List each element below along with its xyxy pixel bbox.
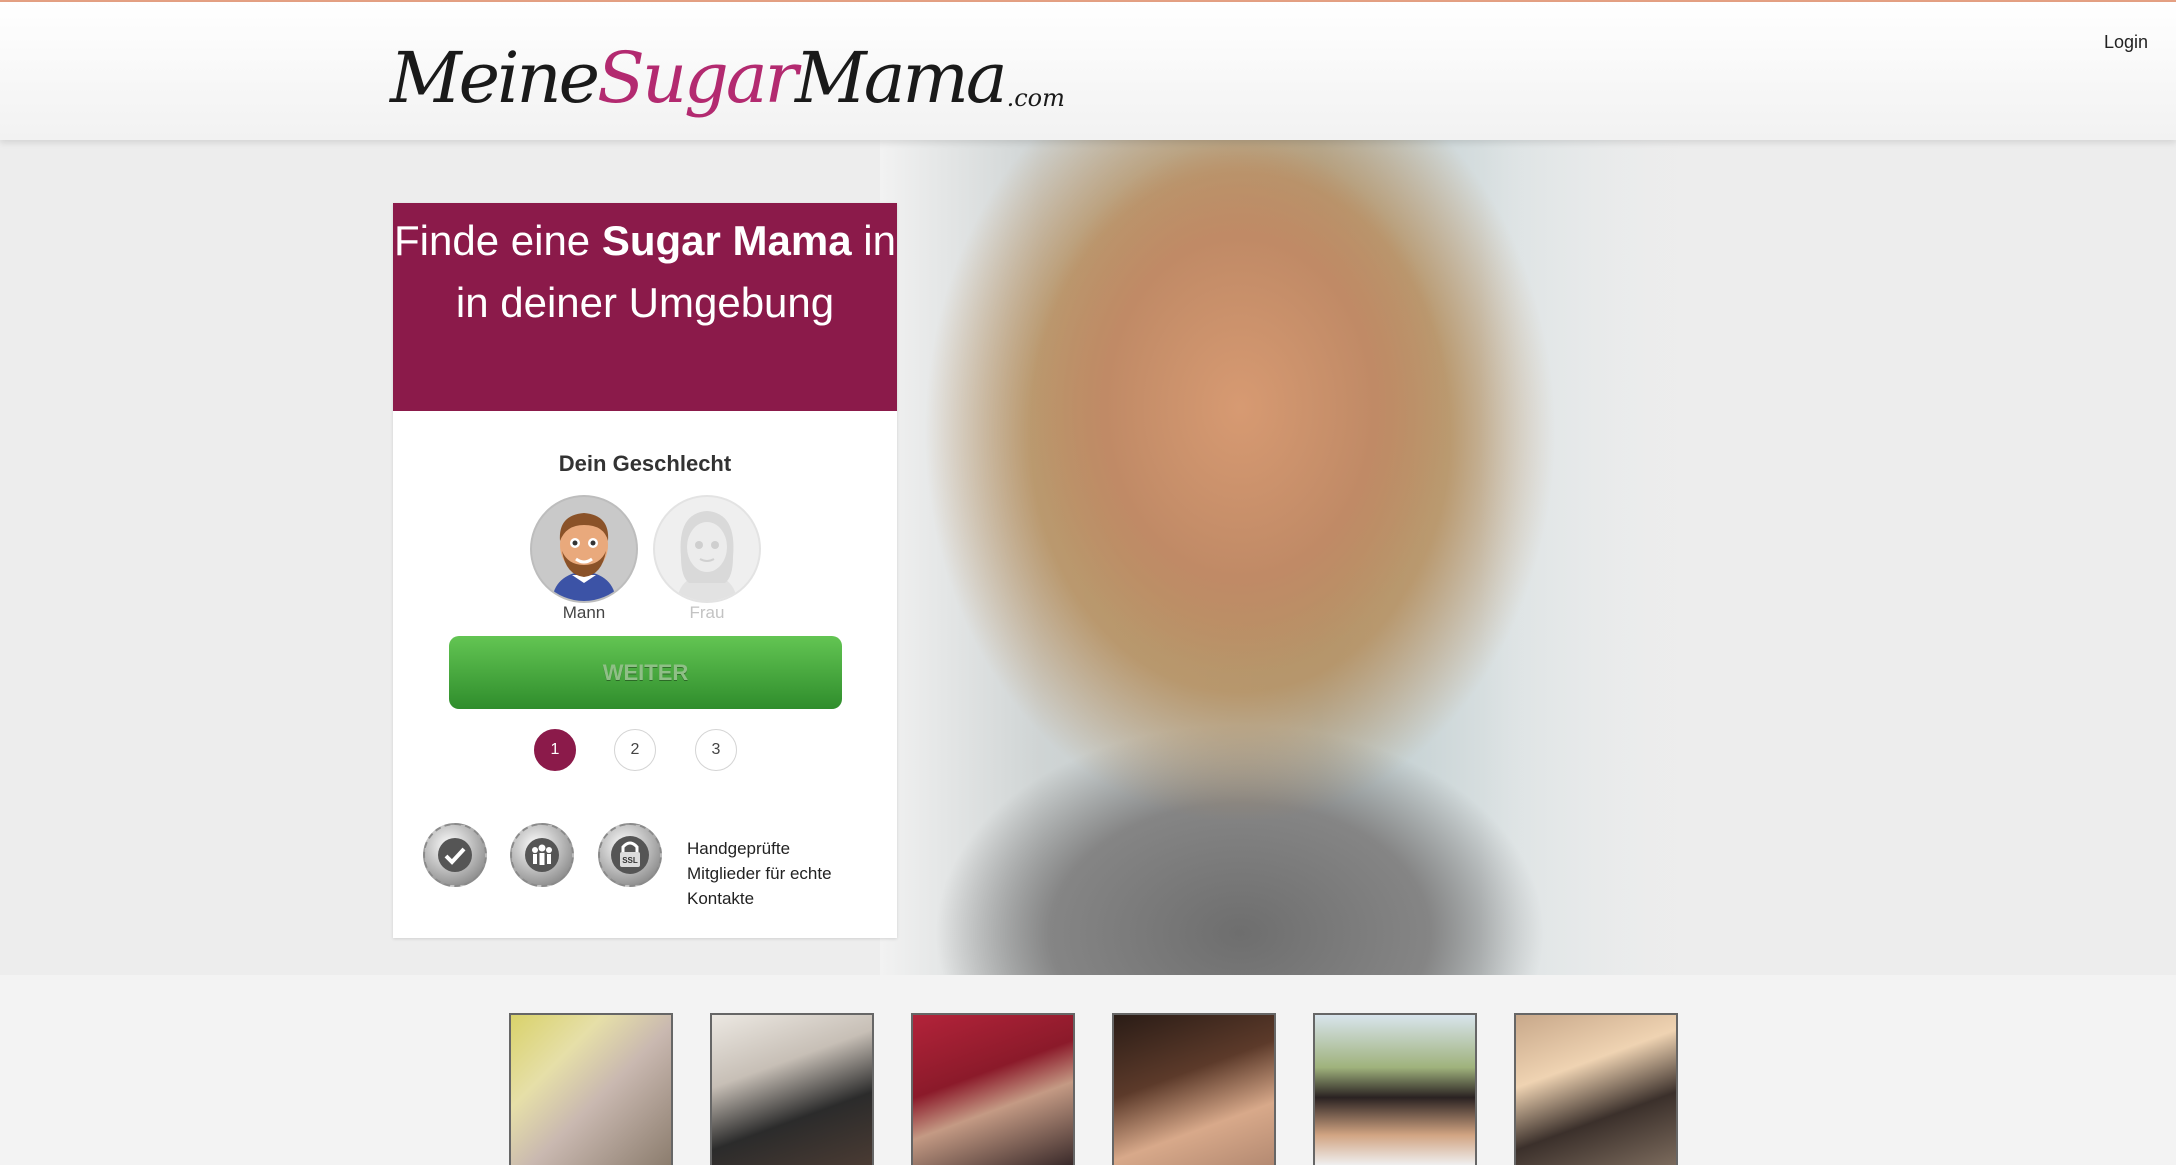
step-2: 2: [614, 729, 656, 771]
profile-strip: [0, 975, 2176, 1165]
woman-avatar-icon: [677, 511, 737, 601]
site-header: Meine Sugar Mama .com Login: [0, 2, 2176, 140]
step-1: 1: [534, 729, 576, 771]
login-link[interactable]: Login: [2104, 32, 2148, 53]
trust-text: Handgeprüfte Mitglieder für echte Kontak…: [687, 839, 832, 908]
profile-thumbnail[interactable]: [1514, 1013, 1678, 1165]
step-3: 3: [695, 729, 737, 771]
profile-thumbnail[interactable]: [710, 1013, 874, 1165]
members-seal-icon: [510, 823, 574, 887]
gender-label-frau: Frau: [689, 603, 725, 622]
continue-button[interactable]: WEITER: [449, 636, 842, 709]
profile-thumbnail[interactable]: [1112, 1013, 1276, 1165]
man-avatar-icon: [552, 513, 616, 601]
signup-card: Finde eine Sugar Mama in in deiner Umgeb…: [393, 203, 897, 938]
logo-suffix: .com: [1006, 84, 1065, 112]
logo-part-meine: Meine: [390, 37, 600, 119]
checkmark-seal-icon: [423, 823, 487, 887]
site-logo[interactable]: Meine Sugar Mama .com: [390, 28, 1065, 118]
svg-text:SSL: SSL: [622, 856, 638, 865]
signup-headline: Finde eine Sugar Mama in in deiner Umgeb…: [393, 203, 897, 411]
gender-option-frau[interactable]: [653, 495, 761, 603]
profile-thumbnail[interactable]: [1313, 1013, 1477, 1165]
ssl-lock-seal-icon: SSL: [598, 823, 662, 887]
logo-part-mama: Mama: [795, 37, 1008, 119]
profile-thumbnail[interactable]: [509, 1013, 673, 1165]
logo-part-sugar: Sugar: [597, 37, 798, 119]
gender-title: Dein Geschlecht: [558, 451, 732, 476]
profile-thumbnail[interactable]: [911, 1013, 1075, 1165]
hero-section: [0, 140, 2176, 975]
gender-label-mann: Mann: [562, 603, 606, 622]
gender-option-mann[interactable]: [530, 495, 638, 603]
